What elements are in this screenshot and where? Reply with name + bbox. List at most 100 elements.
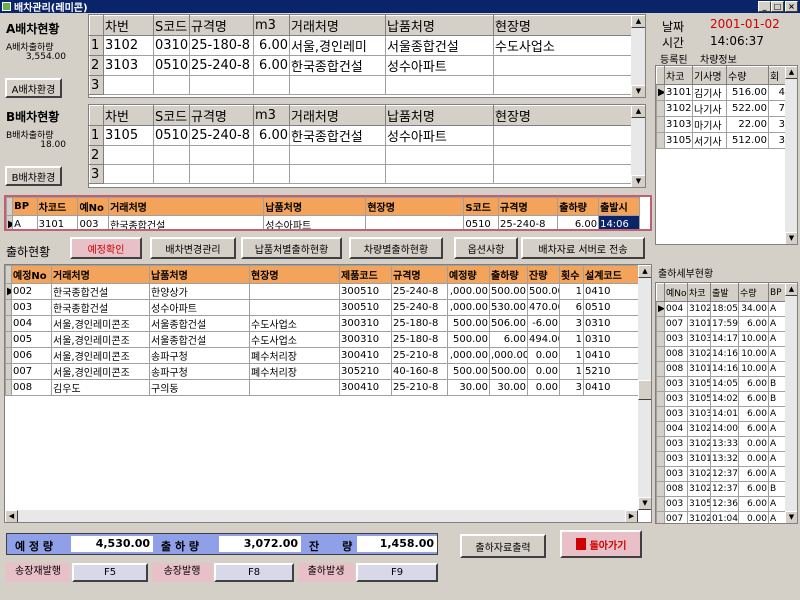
col-header[interactable]: 거래처명 xyxy=(108,197,265,216)
col-header[interactable]: 현장명 xyxy=(249,265,340,284)
col-header[interactable]: 납품처명 xyxy=(385,105,494,126)
ship-row[interactable]: 008 김우도 구의동 300410 25-210-8 30.00 30.00 0.00 3 04… xyxy=(5,379,640,396)
dispatch-change-button[interactable]: 배차변경관리 xyxy=(150,237,236,259)
detail-row[interactable]: ▶ 004 3102 18:05 34.00 A xyxy=(656,301,787,317)
col-header[interactable]: 출하량 xyxy=(489,265,528,284)
a-dispatch-row[interactable]: 2 3103 0510 25-240-8 6.00 한국종합건설 성수아파트 xyxy=(89,55,632,76)
col-header[interactable]: 차코드 xyxy=(36,197,79,216)
col-header[interactable]: 출발 xyxy=(710,283,739,302)
col-header[interactable]: 예정량 xyxy=(447,265,490,284)
bp-row[interactable]: ▶ A3101003한국종합건설성수아파트051025-240-86.0014:… xyxy=(6,215,640,229)
col-header[interactable]: 수량 xyxy=(738,283,769,302)
a-dispatch-row[interactable]: 1 3102 0310 25-180-8 6.00 서울,경인레미 서울종합건설 수도사업소 xyxy=(89,35,632,56)
ship-grid-hscroll[interactable]: ◀ ▶ xyxy=(5,510,638,522)
ship-row[interactable]: 004 서울,경인레미콘조 서울종합건설 수도사업소 300310 25-180-8 500… xyxy=(5,315,640,332)
col-header[interactable]: S코드 xyxy=(153,15,190,36)
detail-row[interactable]: 003 3105 14:02 6.00 B xyxy=(656,391,787,407)
ship-grid[interactable]: 예정No거래처명납품처명현장명제품코드규격명예정량출하량잔량횟수설계코드 ▶00… xyxy=(4,264,652,523)
print-ship-button[interactable]: 출하자료출력 xyxy=(460,534,546,558)
col-header[interactable]: BP xyxy=(768,283,787,302)
f9-button[interactable]: F9 xyxy=(356,563,438,582)
col-header[interactable]: 현장명 xyxy=(493,15,632,36)
b-dispatch-row[interactable]: 2 xyxy=(89,145,632,165)
options-button[interactable]: 옵션사항 xyxy=(454,237,518,259)
close-button[interactable]: × xyxy=(785,1,798,12)
detail-grid-scrollbar[interactable]: ▲ ▼ xyxy=(785,283,797,523)
a-dispatch-env-button[interactable]: A배차환경 xyxy=(5,78,62,98)
detail-row[interactable]: 003 3103 14:17 10.00 A xyxy=(656,331,787,347)
col-header[interactable]: 횟수 xyxy=(559,265,584,284)
col-header[interactable]: 기사명 xyxy=(692,66,727,85)
a-grid-scrollbar[interactable]: ▲ ▼ xyxy=(631,15,645,97)
vehicle-row[interactable]: 3102 나기사 522.00 7 xyxy=(656,100,787,117)
col-header[interactable]: S코드 xyxy=(153,105,190,126)
ship-row[interactable]: ▶002한국종합건설한양상가30051025-240-8,000.00500.0… xyxy=(5,283,640,300)
vehicle-row[interactable]: ▶3101김기사516.004 xyxy=(656,84,787,101)
col-header[interactable]: BP xyxy=(12,197,38,216)
ship-grid-vscroll[interactable]: ▲ ▼ xyxy=(638,265,651,510)
detail-row[interactable]: 008 3101 14:16 10.00 A xyxy=(656,361,787,377)
col-header[interactable]: 납품처명 xyxy=(385,15,494,36)
minimize-button[interactable]: _ xyxy=(758,1,771,12)
ship-row[interactable]: 007 서울,경인레미콘조 송파구청 폐수처리장 305210 40-160-8 500.0… xyxy=(5,363,640,380)
col-header[interactable]: 규격명 xyxy=(189,15,254,36)
vehicle-grid-scrollbar[interactable]: ▲ ▼ xyxy=(785,66,797,244)
b-dispatch-row[interactable]: 1 3105 0510 25-240-8 6.00 한국종합건설 성수아파트 xyxy=(89,125,632,146)
col-header[interactable]: 차번 xyxy=(103,105,154,126)
f8-button[interactable]: F8 xyxy=(214,563,294,582)
vehicle-ship-button[interactable]: 차량별출하현황 xyxy=(349,237,443,259)
a-dispatch-grid[interactable]: 차번 S코드 규격명 m3 거래처명 납품처명 현장명 1 3102 0310 25-180-8 6… xyxy=(88,14,646,98)
ship-row[interactable]: 006 서울,경인레미콘조 송파구청 폐수처리장 300410 25-210-8,000.… xyxy=(5,347,640,364)
vehicle-grid[interactable]: 차코기사명수량회 ▶3101김기사516.0043102나기사522.00731… xyxy=(655,65,798,245)
col-header[interactable]: 현장명 xyxy=(493,105,632,126)
detail-row[interactable]: 008 3102 12:37 6.00 B xyxy=(656,481,787,497)
col-header[interactable]: S코드 xyxy=(463,197,500,216)
col-header[interactable]: 거래처명 xyxy=(289,15,386,36)
vehicle-row[interactable]: 3103 마기사 22.00 3 xyxy=(656,116,787,133)
col-header[interactable]: 수량 xyxy=(726,66,769,85)
col-header[interactable]: 규격명 xyxy=(189,105,254,126)
b-dispatch-grid[interactable]: 차번 S코드 규격명 m3 거래처명 납품처명 현장명 1 3105 0510 25-240-8 6… xyxy=(88,104,646,188)
col-header[interactable]: 회 xyxy=(768,66,787,85)
detail-row[interactable]: 003 3105 12:36 6.00 A xyxy=(656,496,787,512)
col-header[interactable]: 납품처명 xyxy=(149,265,250,284)
b-dispatch-row[interactable]: 3 xyxy=(89,164,632,184)
col-header[interactable]: 예No xyxy=(77,197,110,216)
col-header[interactable]: 차코 xyxy=(687,283,711,302)
col-header[interactable]: 거래처명 xyxy=(51,265,150,284)
detail-row[interactable]: 003 3103 14:01 6.00 A xyxy=(656,406,787,422)
detail-row[interactable]: 003 3102 13:33 0.00 A xyxy=(656,436,787,452)
bp-current-grid[interactable]: BP차코드예No거래처명납품처명현장명S코드규격명출하량출발시 ▶ A31010… xyxy=(4,195,652,231)
col-header[interactable]: m3 xyxy=(253,105,290,126)
col-header[interactable]: 규격명 xyxy=(498,197,559,216)
f5-button[interactable]: F5 xyxy=(72,563,148,582)
delivery-site-ship-button[interactable]: 납품처별출하현황 xyxy=(241,237,342,259)
ship-row[interactable]: 003 한국종합건설 성수아파트 300510 25-240-8,000.00 530.0… xyxy=(5,299,640,316)
col-header[interactable]: 예정No xyxy=(11,265,52,284)
col-header[interactable]: 잔량 xyxy=(527,265,560,284)
detail-row[interactable]: 003 3102 12:37 6.00 A xyxy=(656,466,787,482)
col-header[interactable]: 현장명 xyxy=(365,197,465,216)
col-header[interactable]: 거래처명 xyxy=(289,105,386,126)
detail-row[interactable]: 004 3102 14:00 6.00 A xyxy=(656,421,787,437)
b-dispatch-env-button[interactable]: B배차환경 xyxy=(5,166,62,186)
col-header[interactable]: 설계코드 xyxy=(583,265,640,284)
send-to-server-button[interactable]: 배차자료 서버로 전송 xyxy=(521,237,645,259)
plan-confirm-button[interactable]: 예정확인 xyxy=(70,237,142,259)
col-header[interactable]: 출하량 xyxy=(557,197,600,216)
col-header[interactable]: 예No xyxy=(664,283,688,302)
col-header[interactable]: 제품코드 xyxy=(339,265,392,284)
back-button[interactable]: 돌아가기 xyxy=(560,530,642,558)
col-header[interactable]: 출발시 xyxy=(598,197,640,216)
ship-row[interactable]: 005 서울,경인레미콘조 서울종합건설 수도사업소 300310 25-180-8 500… xyxy=(5,331,640,348)
detail-row[interactable]: 003 3105 14:05 6.00 B xyxy=(656,376,787,392)
detail-row[interactable]: 007 3101 17:59 6.00 A xyxy=(656,316,787,332)
col-header[interactable]: 규격명 xyxy=(391,265,448,284)
detail-grid[interactable]: 예No 차코 출발 수량 BP ▶ 004 3102 18:05 34.00 A 007 3101 17… xyxy=(655,282,798,524)
maximize-button[interactable]: □ xyxy=(771,1,784,12)
detail-row[interactable]: 007 3102 01:04 0.00 A xyxy=(656,511,787,523)
detail-row[interactable]: 008 3102 14:16 10.00 A xyxy=(656,346,787,362)
detail-row[interactable]: 003 3101 13:32 0.00 A xyxy=(656,451,787,467)
col-header[interactable]: m3 xyxy=(253,15,290,36)
col-header[interactable]: 납품처명 xyxy=(263,197,367,216)
